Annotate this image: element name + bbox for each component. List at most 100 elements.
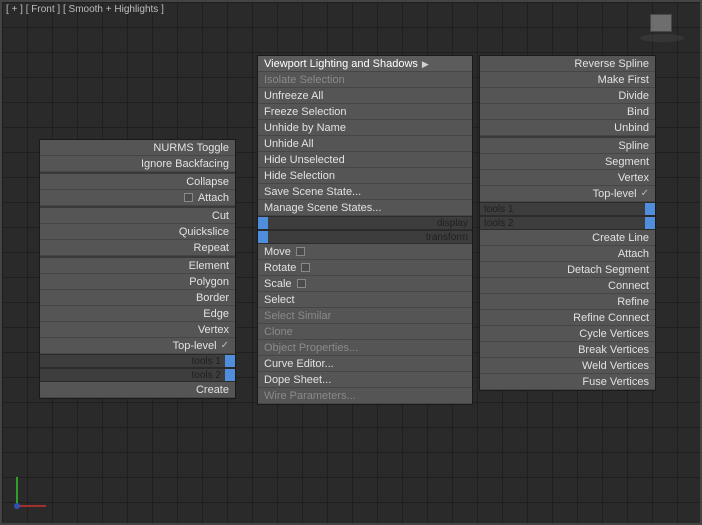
menu-item-label: Divide: [618, 88, 649, 104]
menu-item-top-level[interactable]: Top-level✓: [40, 338, 235, 354]
viewcube[interactable]: [640, 8, 684, 44]
menu-item-label: Curve Editor...: [264, 356, 334, 372]
menu-item-label: Scale: [264, 276, 292, 292]
menu-item-edge[interactable]: Edge: [40, 306, 235, 322]
tools1-handle[interactable]: tools 1: [40, 354, 235, 368]
menu-item-label: Cut: [212, 208, 229, 224]
menu-item-label: Save Scene State...: [264, 184, 361, 200]
menu-item-label: Vertex: [618, 170, 649, 186]
menu-item-nurms-toggle[interactable]: NURMS Toggle: [40, 140, 235, 156]
menu-item-label: Unhide by Name: [264, 120, 346, 136]
menu-item-label: Detach Segment: [567, 262, 649, 278]
menu-item-label: Isolate Selection: [264, 72, 345, 88]
menu-item-label: Cycle Vertices: [579, 326, 649, 342]
menu-item-label: Refine: [617, 294, 649, 310]
display-handle[interactable]: display: [258, 216, 472, 230]
menu-item-attach[interactable]: Attach: [40, 190, 235, 206]
menu-item-break-vertices[interactable]: Break Vertices: [480, 342, 655, 358]
option-box-icon[interactable]: [297, 279, 306, 288]
tools1-handle-r[interactable]: tools 1: [480, 202, 655, 216]
menu-item-unbind[interactable]: Unbind: [480, 120, 655, 136]
transform-handle[interactable]: transform: [258, 230, 472, 244]
menu-item-create[interactable]: Create: [40, 382, 235, 398]
menu-item-unhide-all[interactable]: Unhide All: [258, 136, 472, 152]
menu-item-rotate[interactable]: Rotate: [258, 260, 472, 276]
menu-item-polygon[interactable]: Polygon: [40, 274, 235, 290]
menu-item-vertex[interactable]: Vertex: [480, 170, 655, 186]
menu-item-label: Fuse Vertices: [582, 374, 649, 390]
menu-item-label: Bind: [627, 104, 649, 120]
menu-item-segment[interactable]: Segment: [480, 154, 655, 170]
menu-item-label: Unhide All: [264, 136, 314, 152]
menu-item-divide[interactable]: Divide: [480, 88, 655, 104]
menu-item-label: Make First: [598, 72, 649, 88]
menu-item-hide-selection[interactable]: Hide Selection: [258, 168, 472, 184]
menu-item-label: Break Vertices: [578, 342, 649, 358]
menu-item-label: Manage Scene States...: [264, 200, 381, 216]
menu-item-cut[interactable]: Cut: [40, 208, 235, 224]
menu-item-label: Unbind: [614, 120, 649, 136]
menu-item-freeze-selection[interactable]: Freeze Selection: [258, 104, 472, 120]
menu-item-weld-vertices[interactable]: Weld Vertices: [480, 358, 655, 374]
menu-item-unhide-by-name[interactable]: Unhide by Name: [258, 120, 472, 136]
menu-item-border[interactable]: Border: [40, 290, 235, 306]
menu-item-unfreeze-all[interactable]: Unfreeze All: [258, 88, 472, 104]
menu-item-curve-editor[interactable]: Curve Editor...: [258, 356, 472, 372]
option-box-icon[interactable]: [301, 263, 310, 272]
menu-item-bind[interactable]: Bind: [480, 104, 655, 120]
check-icon: ✓: [641, 186, 649, 202]
menu-item-label: Select: [264, 292, 295, 308]
menu-item-reverse-spline[interactable]: Reverse Spline: [480, 56, 655, 72]
menu-item-label: Vertex: [198, 322, 229, 338]
menu-item-label: Attach: [198, 190, 229, 206]
menu-item-ignore-backfacing[interactable]: Ignore Backfacing: [40, 156, 235, 172]
menu-item-label: Connect: [608, 278, 649, 294]
menu-item-label: Ignore Backfacing: [141, 156, 229, 172]
option-box-icon[interactable]: [296, 247, 305, 256]
menu-item-make-first[interactable]: Make First: [480, 72, 655, 88]
menu-item-label: NURMS Toggle: [153, 140, 229, 156]
menu-item-cycle-vertices[interactable]: Cycle Vertices: [480, 326, 655, 342]
menu-item-label: Top-level: [173, 338, 217, 354]
menu-item-label: Create: [196, 382, 229, 398]
tools2-handle[interactable]: tools 2: [40, 368, 235, 382]
menu-item-viewport-lighting-and-shadows[interactable]: Viewport Lighting and Shadows▶: [258, 56, 472, 72]
menu-item-select[interactable]: Select: [258, 292, 472, 308]
menu-item-label: Spline: [618, 138, 649, 154]
menu-item-scale[interactable]: Scale: [258, 276, 472, 292]
menu-item-label: Attach: [618, 246, 649, 262]
check-icon: ✓: [221, 338, 229, 354]
menu-item-move[interactable]: Move: [258, 244, 472, 260]
menu-item-detach-segment[interactable]: Detach Segment: [480, 262, 655, 278]
menu-item-connect[interactable]: Connect: [480, 278, 655, 294]
menu-item-refine[interactable]: Refine: [480, 294, 655, 310]
menu-item-hide-unselected[interactable]: Hide Unselected: [258, 152, 472, 168]
menu-item-dope-sheet[interactable]: Dope Sheet...: [258, 372, 472, 388]
menu-item-fuse-vertices[interactable]: Fuse Vertices: [480, 374, 655, 390]
menu-item-spline[interactable]: Spline: [480, 138, 655, 154]
menu-item-label: Quickslice: [179, 224, 229, 240]
menu-item-save-scene-state[interactable]: Save Scene State...: [258, 184, 472, 200]
menu-item-create-line[interactable]: Create Line: [480, 230, 655, 246]
menu-item-label: Rotate: [264, 260, 296, 276]
menu-item-refine-connect[interactable]: Refine Connect: [480, 310, 655, 326]
menu-item-element[interactable]: Element: [40, 258, 235, 274]
menu-item-collapse[interactable]: Collapse: [40, 174, 235, 190]
menu-item-isolate-selection: Isolate Selection: [258, 72, 472, 88]
menu-item-manage-scene-states[interactable]: Manage Scene States...: [258, 200, 472, 216]
menu-item-label: Hide Selection: [264, 168, 335, 184]
menu-item-clone: Clone: [258, 324, 472, 340]
option-box-icon[interactable]: [184, 193, 193, 202]
menu-item-label: Refine Connect: [573, 310, 649, 326]
menu-item-attach[interactable]: Attach: [480, 246, 655, 262]
menu-item-label: Viewport Lighting and Shadows: [264, 56, 418, 72]
menu-item-label: Repeat: [194, 240, 229, 256]
viewport-label[interactable]: [ + ] [ Front ] [ Smooth + Highlights ]: [6, 4, 164, 15]
menu-item-vertex[interactable]: Vertex: [40, 322, 235, 338]
tools2-handle-r[interactable]: tools 2: [480, 216, 655, 230]
menu-item-label: Collapse: [186, 174, 229, 190]
menu-item-quickslice[interactable]: Quickslice: [40, 224, 235, 240]
menu-item-repeat[interactable]: Repeat: [40, 240, 235, 256]
menu-item-label: Hide Unselected: [264, 152, 345, 168]
menu-item-top-level[interactable]: Top-level✓: [480, 186, 655, 202]
